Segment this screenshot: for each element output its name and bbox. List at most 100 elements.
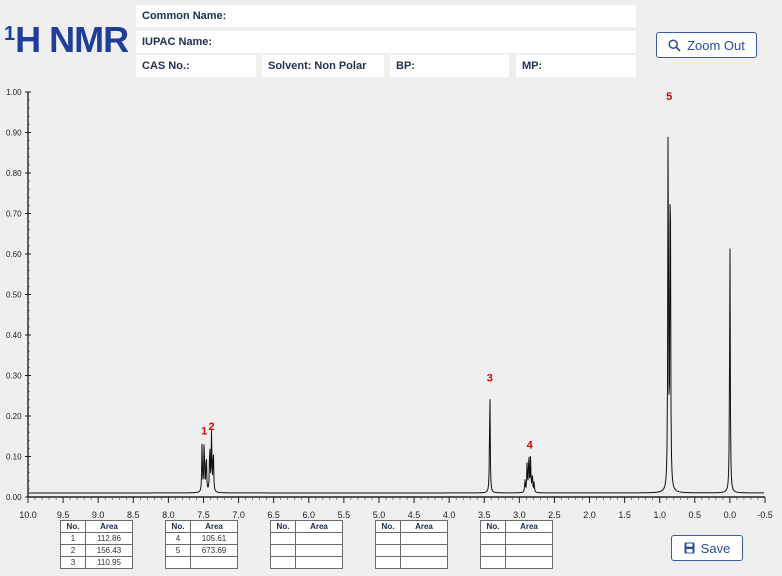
x-tick-label: -0.5 [757, 510, 773, 520]
peak-label: 4 [527, 439, 534, 451]
peak-no-cell [375, 556, 401, 569]
peak-table-header-row: No. Area [60, 520, 133, 533]
peak-area-cell [295, 532, 343, 545]
peak-table-4: No. Area [375, 520, 448, 569]
peak-no-cell [375, 544, 401, 557]
save-button[interactable]: Save [671, 535, 743, 561]
peak-area-cell: 105.61 [190, 532, 238, 545]
table-row: 5 673.69 [165, 544, 238, 557]
peak-area-header: Area [295, 520, 343, 533]
peak-no-cell: 2 [60, 544, 86, 557]
peak-table-1: No. Area 1 112.86 2 156.43 3 110.95 [60, 520, 133, 569]
peak-no-cell [270, 544, 296, 557]
peak-area-cell: 673.69 [190, 544, 238, 557]
peak-no-header: No. [375, 520, 401, 533]
y-tick-label: 0.70 [6, 210, 22, 219]
x-tick-label: 7.0 [232, 510, 245, 520]
peak-area-header: Area [400, 520, 448, 533]
table-row: 4 105.61 [165, 532, 238, 545]
y-tick-label: 1.00 [6, 88, 22, 97]
y-tick-label: 0.60 [6, 250, 22, 259]
x-tick-label: 5.5 [338, 510, 351, 520]
x-tick-label: 3.5 [478, 510, 491, 520]
x-tick-label: 5.0 [373, 510, 386, 520]
table-row [480, 532, 553, 545]
plot-area [28, 92, 765, 497]
peak-area-cell [190, 556, 238, 569]
peak-no-cell [270, 532, 296, 545]
save-label: Save [700, 540, 731, 556]
x-tick-label: 7.5 [197, 510, 210, 520]
peak-area-header: Area [190, 520, 238, 533]
x-tick-label: 1.5 [618, 510, 631, 520]
y-tick-label: 0.50 [6, 291, 22, 300]
peak-no-cell [270, 556, 296, 569]
nmr-spectrum-chart[interactable]: 0.00 0.10 0.20 0.30 0.40 0.50 0.60 0.70 0.80 0.90… [0, 0, 782, 520]
y-tick-label: 0.00 [6, 493, 22, 502]
peak-area-cell [400, 544, 448, 557]
table-row [165, 556, 238, 569]
x-tick-label: 8.5 [127, 510, 140, 520]
table-row [270, 544, 343, 557]
peak-no-header: No. [60, 520, 86, 533]
table-row: 2 156.43 [60, 544, 133, 557]
peak-table-header-row: No. Area [375, 520, 448, 533]
peak-area-cell [505, 556, 553, 569]
peak-label: 3 [487, 373, 493, 385]
x-tick-label: 3.0 [513, 510, 526, 520]
y-tick-label: 0.80 [6, 169, 22, 178]
peak-table-header-row: No. Area [270, 520, 343, 533]
peak-table-2: No. Area 4 105.61 5 673.69 [165, 520, 238, 569]
table-row [375, 544, 448, 557]
y-tick-label: 0.10 [6, 453, 22, 462]
peak-area-header: Area [85, 520, 133, 533]
x-tick-label: 2.5 [548, 510, 561, 520]
peak-area-cell [295, 544, 343, 557]
peak-label: 5 [666, 91, 672, 103]
peak-no-cell [480, 544, 506, 557]
peak-area-cell [400, 532, 448, 545]
y-tick-label: 0.90 [6, 129, 22, 138]
table-row [480, 544, 553, 557]
peak-label: 2 [208, 421, 214, 433]
peak-no-cell: 5 [165, 544, 191, 557]
x-tick-label: 4.0 [443, 510, 456, 520]
peak-area-header: Area [505, 520, 553, 533]
peak-area-cell [295, 556, 343, 569]
table-row [270, 532, 343, 545]
floppy-disk-icon [684, 542, 695, 554]
x-tick-label: 6.0 [303, 510, 316, 520]
peak-no-cell [480, 556, 506, 569]
table-row [375, 532, 448, 545]
peak-area-cell [505, 544, 553, 557]
peak-no-cell: 4 [165, 532, 191, 545]
x-tick-label: 9.5 [57, 510, 70, 520]
peak-no-cell [165, 556, 191, 569]
x-tick-label: 0.0 [724, 510, 737, 520]
peak-area-cell: 156.43 [85, 544, 133, 557]
peak-no-cell: 3 [60, 556, 86, 569]
peak-area-cell: 110.95 [85, 556, 133, 569]
x-tick-label: 6.5 [267, 510, 280, 520]
peak-table-5: No. Area [480, 520, 553, 569]
table-row: 1 112.86 [60, 532, 133, 545]
x-tick-label: 2.0 [583, 510, 596, 520]
peak-table-header-row: No. Area [480, 520, 553, 533]
peak-no-header: No. [165, 520, 191, 533]
x-tick-label: 1.0 [653, 510, 666, 520]
peak-table-header-row: No. Area [165, 520, 238, 533]
peak-label: 1 [201, 425, 207, 437]
x-tick-label: 9.0 [92, 510, 105, 520]
peak-table-3: No. Area [270, 520, 343, 569]
peak-area-cell: 112.86 [85, 532, 133, 545]
x-tick-label: 4.5 [408, 510, 421, 520]
peak-no-header: No. [270, 520, 296, 533]
peak-no-cell [480, 532, 506, 545]
peak-no-cell: 1 [60, 532, 86, 545]
x-tick-label: 10.0 [19, 510, 37, 520]
x-tick-label: 0.5 [689, 510, 702, 520]
peak-area-cell [400, 556, 448, 569]
table-row: 3 110.95 [60, 556, 133, 569]
table-row [375, 556, 448, 569]
y-tick-label: 0.30 [6, 372, 22, 381]
